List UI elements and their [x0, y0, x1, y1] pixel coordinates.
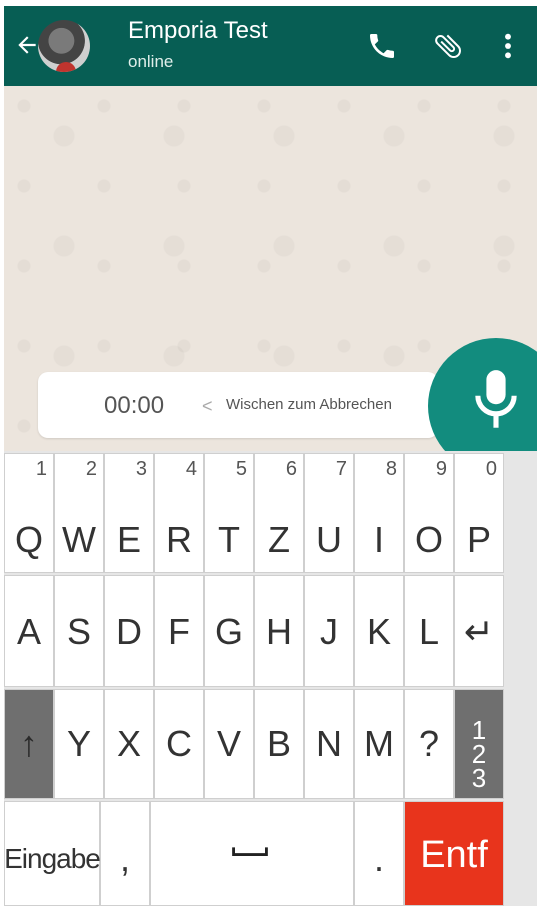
key-y[interactable]: Y — [54, 689, 104, 799]
key-label: Q — [14, 519, 43, 560]
key-label: O — [414, 519, 443, 560]
key-number: 4 — [185, 458, 197, 480]
enter-icon: ↵ — [463, 611, 495, 652]
key-m[interactable]: M — [354, 689, 404, 799]
key-number: 8 — [385, 458, 397, 480]
phone-icon[interactable] — [366, 30, 398, 62]
contact-name[interactable]: Emporia Test — [128, 18, 268, 44]
back-arrow-icon[interactable] — [14, 32, 40, 58]
key-number: 5 — [235, 458, 247, 480]
key-r[interactable]: 4 R — [154, 453, 204, 573]
key-f[interactable]: F — [154, 575, 204, 687]
key-p[interactable]: 0 P — [454, 453, 504, 573]
key-label: 1 2 3 — [471, 715, 487, 793]
key-label: R — [166, 519, 192, 560]
key-label: Z — [268, 519, 290, 560]
chat-area: 00:00 < Wischen zum Abbrechen — [4, 86, 537, 474]
key-number: 6 — [285, 458, 297, 480]
key-number: 9 — [435, 458, 447, 480]
key-label: B — [266, 723, 291, 764]
key-k[interactable]: K — [354, 575, 404, 687]
key-h[interactable]: H — [254, 575, 304, 687]
key-label: F — [168, 611, 190, 652]
contact-status: online — [128, 52, 174, 71]
chevron-left-icon: < — [202, 396, 213, 416]
period-key[interactable]: . — [354, 801, 404, 906]
key-label: ? — [418, 723, 440, 764]
key-label: S — [66, 611, 91, 652]
key-question[interactable]: ? — [404, 689, 454, 799]
key-label: C — [166, 723, 192, 764]
shift-icon: ↑ — [20, 723, 38, 764]
key-g[interactable]: G — [204, 575, 254, 687]
key-u[interactable]: 7 U — [304, 453, 354, 573]
key-label: . — [373, 838, 384, 879]
key-label: V — [216, 723, 241, 764]
comma-key[interactable]: , — [100, 801, 150, 906]
key-v[interactable]: V — [204, 689, 254, 799]
key-e[interactable]: 3 E — [104, 453, 154, 573]
key-label: A — [16, 611, 41, 652]
key-label: I — [373, 519, 384, 560]
key-n[interactable]: N — [304, 689, 354, 799]
key-j[interactable]: J — [304, 575, 354, 687]
more-vert-icon[interactable] — [492, 30, 524, 62]
key-label: L — [418, 611, 440, 652]
key-d[interactable]: D — [104, 575, 154, 687]
key-label: G — [214, 611, 243, 652]
key-label: E — [116, 519, 141, 560]
swipe-to-cancel-hint: Wischen zum Abbrechen — [226, 396, 392, 413]
space-icon — [232, 847, 268, 856]
key-c[interactable]: C — [154, 689, 204, 799]
eingabe-key[interactable]: Eingabe — [4, 801, 101, 906]
keyboard: 1 Q 2 W 3 E 4 R 5 T 6 Z 7 U 8 I 9 O 0 P … — [4, 451, 537, 906]
key-l[interactable]: L — [404, 575, 454, 687]
numbers-key[interactable]: 1 2 3 — [454, 689, 504, 799]
key-label: Entf — [420, 834, 488, 876]
key-label: P — [466, 519, 491, 560]
key-label: Y — [66, 723, 91, 764]
key-label: H — [266, 611, 292, 652]
key-label: U — [316, 519, 342, 560]
key-label: M — [364, 723, 394, 764]
screen: Emporia Test online 00:00 < Wischen zum … — [4, 6, 537, 906]
key-o[interactable]: 9 O — [404, 453, 454, 573]
key-t[interactable]: 5 T — [204, 453, 254, 573]
key-label: J — [320, 611, 338, 652]
key-label: N — [316, 723, 342, 764]
key-label: X — [116, 723, 141, 764]
delete-key[interactable]: Entf — [404, 801, 504, 906]
key-z[interactable]: 6 Z — [254, 453, 304, 573]
key-label: D — [116, 611, 142, 652]
key-a[interactable]: A — [4, 575, 54, 687]
mic-icon — [475, 370, 517, 428]
attach-icon[interactable] — [432, 30, 464, 62]
key-number: 3 — [135, 458, 147, 480]
avatar[interactable] — [38, 20, 90, 72]
key-x[interactable]: X — [104, 689, 154, 799]
space-key[interactable] — [150, 801, 354, 906]
enter-arrow-key[interactable]: ↵ — [454, 575, 504, 687]
key-label: K — [366, 611, 391, 652]
key-i[interactable]: 8 I — [354, 453, 404, 573]
shift-key[interactable]: ↑ — [4, 689, 54, 799]
key-number: 2 — [85, 458, 97, 480]
key-b[interactable]: B — [254, 689, 304, 799]
key-label: W — [62, 519, 96, 560]
recording-bar: 00:00 < Wischen zum Abbrechen — [38, 372, 438, 438]
recording-timer: 00:00 — [104, 392, 165, 419]
key-label: , — [119, 838, 130, 879]
key-q[interactable]: 1 Q — [4, 453, 54, 573]
key-s[interactable]: S — [54, 575, 104, 687]
chat-header: Emporia Test online — [4, 6, 537, 86]
key-label: Eingabe — [4, 843, 101, 874]
key-number: 0 — [485, 458, 497, 480]
key-w[interactable]: 2 W — [54, 453, 104, 573]
key-number: 1 — [35, 458, 47, 480]
key-number: 7 — [335, 458, 347, 480]
key-label: T — [218, 519, 240, 560]
